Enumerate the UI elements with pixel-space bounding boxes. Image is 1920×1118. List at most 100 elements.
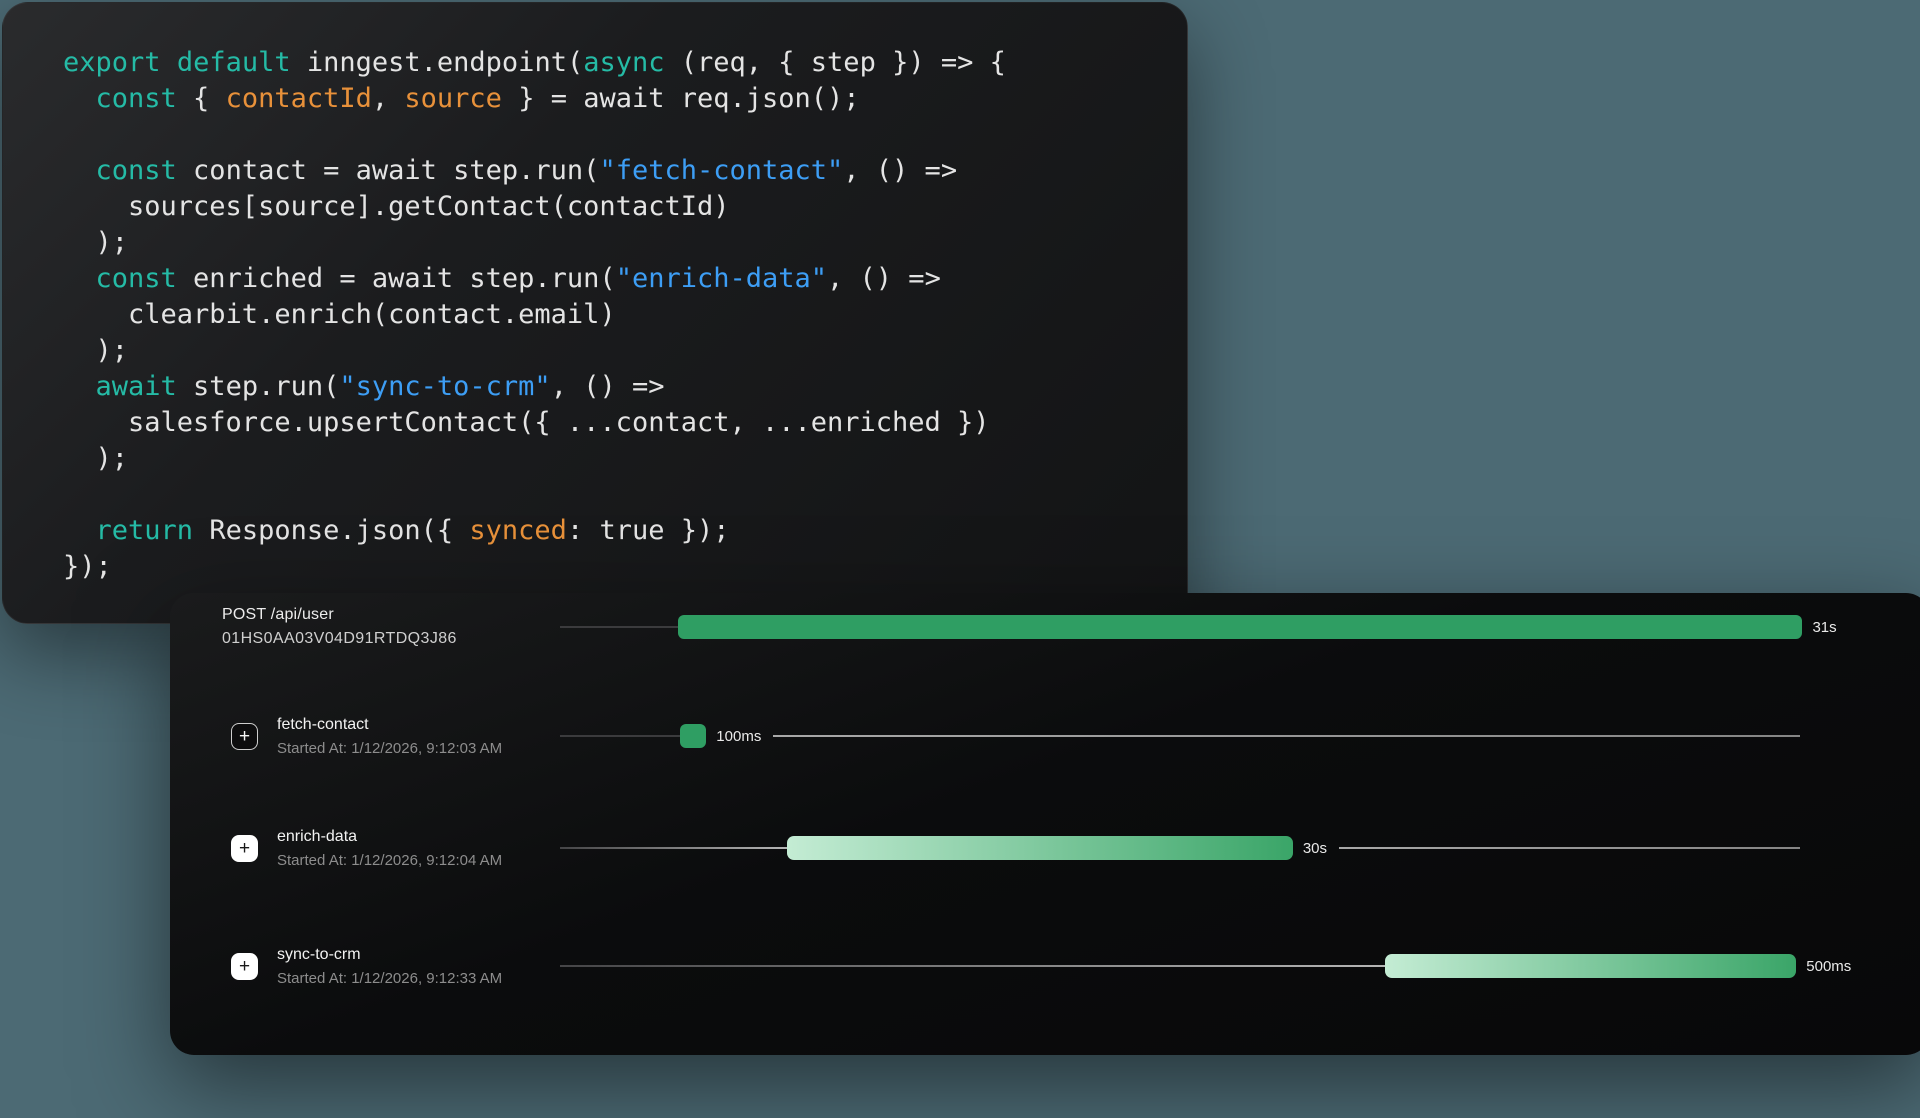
duration-bar[interactable] [1385, 954, 1797, 978]
code-line: }); [63, 549, 1187, 585]
code-line [63, 477, 1187, 513]
code-token-pl: ); [63, 227, 128, 258]
step-left-zone: + fetch-contact Started At: 1/12/2026, 9:1… [170, 716, 560, 757]
code-line: ); [63, 333, 1187, 369]
duration-label: 30s [1303, 840, 1327, 857]
code-token-pl [63, 515, 96, 546]
expand-step-button[interactable]: + [231, 723, 258, 750]
step-started-at: Started At: 1/12/2026, 9:12:33 AM [277, 970, 502, 987]
code-token-pl: { [177, 83, 226, 114]
timeline-leading-line [560, 965, 1385, 967]
trace-header-row: POST /api/user 01HS0AA03V04D91RTDQ3J86 3… [170, 599, 1920, 655]
step-text-block: fetch-contact Started At: 1/12/2026, 9:12… [277, 716, 502, 757]
code-token-pl: , () => [843, 155, 957, 186]
plus-icon: + [239, 727, 250, 746]
trace-step-row: + enrich-data Started At: 1/12/2026, 9:12:… [170, 820, 1920, 876]
plus-icon: + [239, 957, 250, 976]
trace-header-left: POST /api/user 01HS0AA03V04D91RTDQ3J86 [170, 606, 560, 648]
code-token-pl [63, 371, 96, 402]
code-token-pl: ); [63, 335, 128, 366]
code-line [63, 117, 1187, 153]
code-token-var: contactId [226, 83, 372, 114]
code-token-str: "sync-to-crm" [339, 371, 550, 402]
code-token-pl: enriched = await step.run( [177, 263, 616, 294]
duration-bar[interactable] [787, 836, 1293, 860]
code-token-pl: }); [63, 551, 112, 582]
code-token-kw: return [96, 515, 194, 546]
duration-bar[interactable] [678, 615, 1803, 639]
duration-bar[interactable] [680, 724, 706, 748]
code-line: sources[source].getContact(contactId) [63, 189, 1187, 225]
page-background: { "page": { "background_color": "#4c6a74… [0, 0, 1920, 1118]
code-token-pl: } = await req.json(); [502, 83, 860, 114]
trace-step-row: + sync-to-crm Started At: 1/12/2026, 9:12:… [170, 938, 1920, 994]
code-token-pl: : true }); [567, 515, 730, 546]
code-token-kw: export [63, 47, 161, 78]
code-token-pl: clearbit.enrich(contact.email) [63, 299, 616, 330]
timeline-trailing-line [1339, 847, 1800, 849]
code-token-pl [63, 263, 96, 294]
code-line: clearbit.enrich(contact.email) [63, 297, 1187, 333]
duration-label: 31s [1812, 619, 1836, 636]
step-started-at: Started At: 1/12/2026, 9:12:03 AM [277, 740, 502, 757]
code-token-pl: sources[source].getContact(contactId) [63, 191, 729, 222]
code-line: const { contactId, source } = await req.… [63, 81, 1187, 117]
trace-step-row: + fetch-contact Started At: 1/12/2026, 9:1… [170, 708, 1920, 764]
code-line: salesforce.upsertContact({ ...contact, .… [63, 405, 1187, 441]
expand-step-button[interactable]: + [231, 835, 258, 862]
step-name: sync-to-crm [277, 946, 502, 964]
code-token-pl: inngest.endpoint( [291, 47, 584, 78]
code-token-kw: default [177, 47, 291, 78]
code-token-kw: const [96, 155, 177, 186]
timeline-leading-line [560, 626, 678, 628]
code-line: return Response.json({ synced: true }); [63, 513, 1187, 549]
code-line: const enriched = await step.run("enrich-… [63, 261, 1187, 297]
code-token-var: source [404, 83, 502, 114]
timeline-leading-line [560, 735, 680, 737]
step-track: 500ms [560, 938, 1800, 994]
trace-header-track: 31s [560, 599, 1800, 655]
code-token-var: synced [469, 515, 567, 546]
code-token-pl: Response.json({ [193, 515, 469, 546]
step-name: enrich-data [277, 828, 502, 846]
code-line: await step.run("sync-to-crm", () => [63, 369, 1187, 405]
code-token-kw: const [96, 83, 177, 114]
code-token-pl [63, 83, 96, 114]
code-token-pl: contact = await step.run( [177, 155, 600, 186]
code-token-pl [63, 155, 96, 186]
duration-label: 100ms [716, 728, 761, 745]
step-track: 100ms [560, 708, 1800, 764]
code-line: ); [63, 225, 1187, 261]
trace-run-id: 01HS0AA03V04D91RTDQ3J86 [222, 630, 457, 648]
expand-step-button[interactable]: + [231, 953, 258, 980]
timeline-trailing-line [773, 735, 1800, 737]
step-name: fetch-contact [277, 716, 502, 734]
code-token-pl: (req, { step }) => { [665, 47, 1006, 78]
code-token-kw: const [96, 263, 177, 294]
code-token-pl: , () => [827, 263, 941, 294]
code-line: ); [63, 441, 1187, 477]
step-track: 30s [560, 820, 1800, 876]
code-editor-panel: export default inngest.endpoint(async (r… [2, 2, 1188, 624]
code-token-str: "enrich-data" [616, 263, 827, 294]
trace-timeline-panel: POST /api/user 01HS0AA03V04D91RTDQ3J86 3… [170, 593, 1920, 1055]
code-token-str: "fetch-contact" [599, 155, 843, 186]
code-token-kw: async [583, 47, 664, 78]
step-left-zone: + enrich-data Started At: 1/12/2026, 9:12:… [170, 828, 560, 869]
step-text-block: enrich-data Started At: 1/12/2026, 9:12:0… [277, 828, 502, 869]
code-token-pl: ); [63, 443, 128, 474]
timeline-leading-line [560, 847, 787, 849]
step-left-zone: + sync-to-crm Started At: 1/12/2026, 9:12:… [170, 946, 560, 987]
code-content: export default inngest.endpoint(async (r… [63, 45, 1187, 585]
code-token-pl: step.run( [177, 371, 340, 402]
trace-request-title: POST /api/user [222, 606, 457, 624]
duration-label: 500ms [1806, 958, 1851, 975]
code-token-kw: await [96, 371, 177, 402]
step-started-at: Started At: 1/12/2026, 9:12:04 AM [277, 852, 502, 869]
plus-icon: + [239, 839, 250, 858]
step-text-block: sync-to-crm Started At: 1/12/2026, 9:12:3… [277, 946, 502, 987]
code-line: export default inngest.endpoint(async (r… [63, 45, 1187, 81]
trace-header-text: POST /api/user 01HS0AA03V04D91RTDQ3J86 [222, 606, 457, 648]
code-line: const contact = await step.run("fetch-co… [63, 153, 1187, 189]
code-token-pl: , [372, 83, 405, 114]
